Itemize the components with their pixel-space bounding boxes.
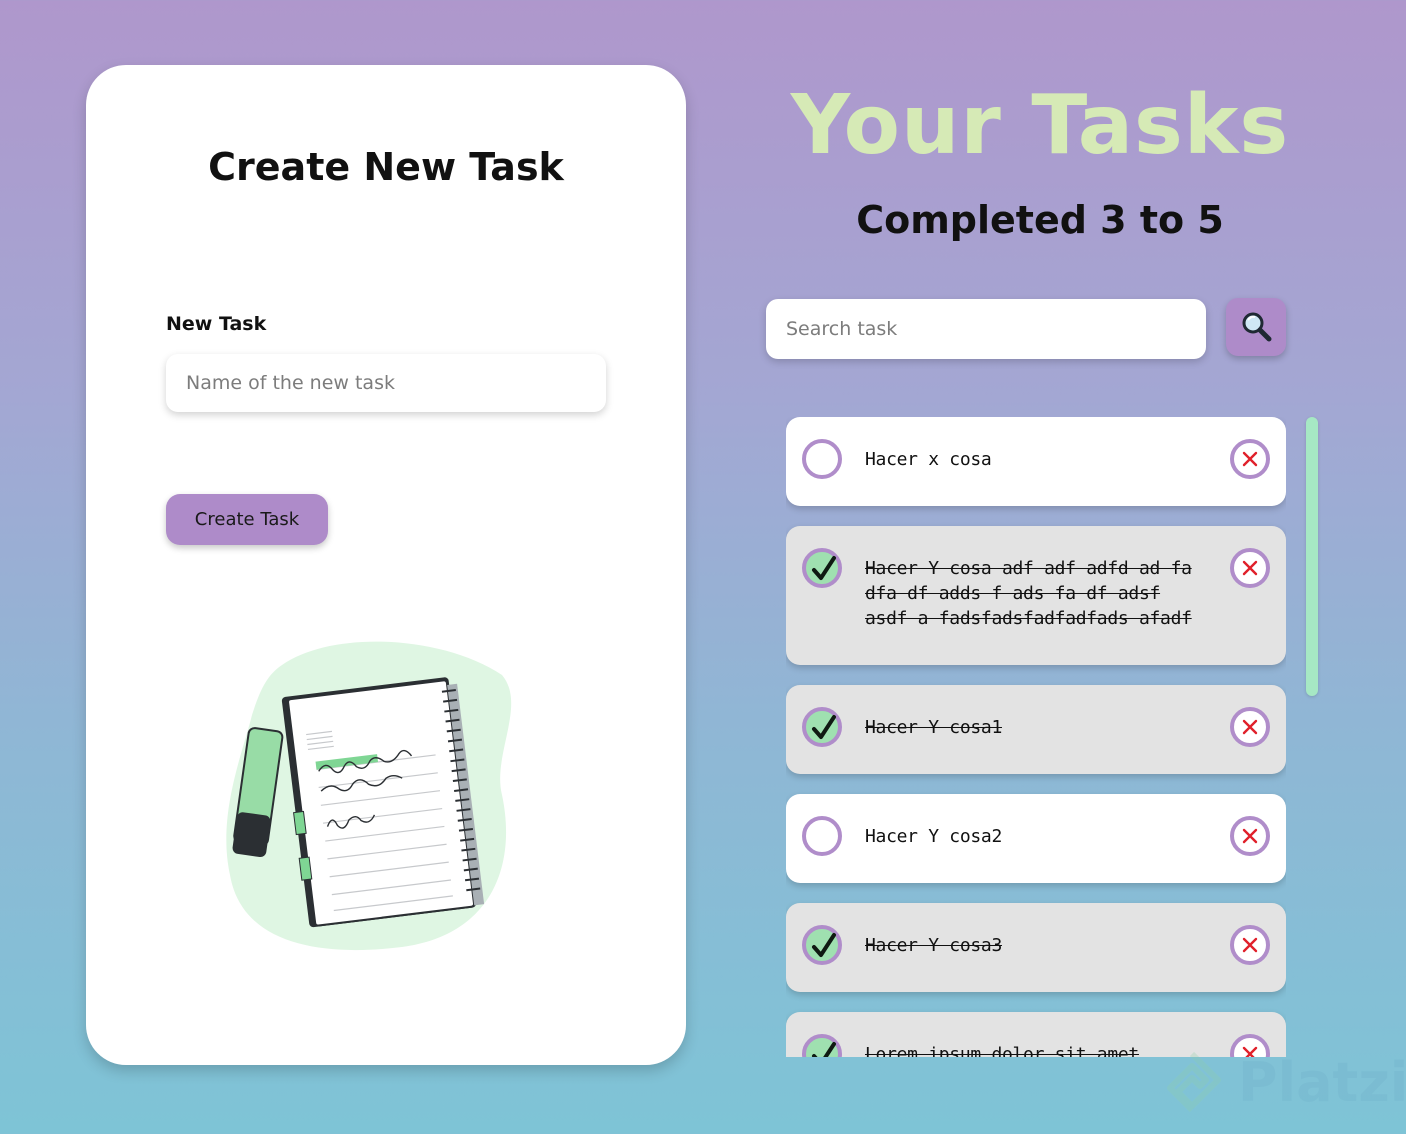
complete-toggle[interactable] [802, 707, 842, 747]
task-item: Hacer x cosa [786, 417, 1286, 506]
task-text: Hacer Y cosa2 [865, 826, 1002, 847]
complete-toggle[interactable] [802, 439, 842, 479]
create-task-panel: Create New Task New Task Create Task [86, 65, 686, 1065]
task-text: Hacer Y cosa adf adf adfd ad fa dfa df a… [865, 558, 1192, 629]
delete-button[interactable] [1230, 816, 1270, 856]
your-tasks-title: Your Tasks [790, 78, 1290, 173]
new-task-label: New Task [166, 313, 267, 335]
complete-toggle[interactable] [802, 548, 842, 588]
checkmark-icon [812, 1042, 836, 1057]
search-input[interactable] [766, 299, 1206, 359]
task-item: Hacer Y cosa2 [786, 794, 1286, 883]
complete-toggle[interactable] [802, 925, 842, 965]
close-icon [1242, 451, 1258, 467]
create-task-button[interactable]: Create Task [166, 494, 328, 545]
close-icon [1242, 937, 1258, 953]
delete-button[interactable] [1230, 439, 1270, 479]
task-list: Hacer x cosa Hacer Y cosa adf adf adfd ad… [786, 417, 1286, 1057]
close-icon [1242, 560, 1258, 576]
task-text: Hacer Y cosa3 [865, 935, 1002, 956]
notebook-illustration [222, 635, 522, 959]
platzi-watermark: Platzi [1160, 1050, 1406, 1114]
checkmark-icon [812, 715, 836, 739]
close-icon [1242, 719, 1258, 735]
checkmark-icon [812, 556, 836, 580]
watermark-text: Platzi [1238, 1050, 1406, 1114]
task-text: Hacer Y cosa1 [865, 717, 1002, 738]
search-button[interactable] [1226, 298, 1286, 356]
create-panel-title: Create New Task [208, 145, 564, 189]
task-item: Hacer Y cosa adf adf adfd ad fa dfa df a… [786, 526, 1286, 665]
task-text: Lorem ipsum dolor sit amet [865, 1044, 1139, 1057]
platzi-logo-icon [1167, 1051, 1221, 1113]
checkmark-icon [812, 933, 836, 957]
complete-toggle[interactable] [802, 816, 842, 856]
delete-button[interactable] [1230, 548, 1270, 588]
delete-button[interactable] [1230, 707, 1270, 747]
scrollbar[interactable] [1306, 417, 1318, 696]
new-task-input[interactable] [166, 354, 606, 412]
close-icon [1242, 828, 1258, 844]
task-counter: Completed 3 to 5 [856, 198, 1224, 242]
task-item: Hacer Y cosa3 [786, 903, 1286, 992]
task-text: Hacer x cosa [865, 449, 992, 470]
complete-toggle[interactable] [802, 1034, 842, 1057]
task-item: Hacer Y cosa1 [786, 685, 1286, 774]
delete-button[interactable] [1230, 925, 1270, 965]
magnifier-icon [1240, 310, 1272, 345]
